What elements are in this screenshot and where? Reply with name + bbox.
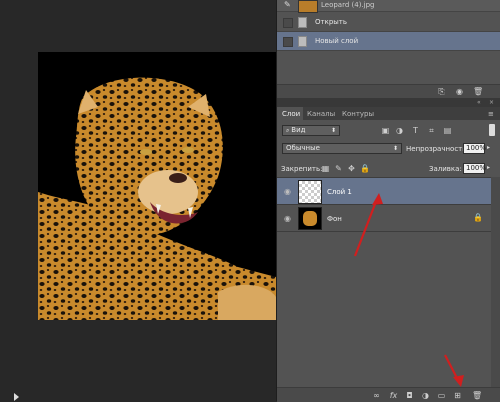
new-document-from-state-icon[interactable]: ⎘ bbox=[437, 87, 446, 96]
chevron-down-icon: ⬍ bbox=[330, 127, 336, 134]
brush-icon: ✎ bbox=[284, 0, 291, 9]
filter-adjustment-icon[interactable]: ◑ bbox=[395, 126, 404, 135]
layers-scrollbar[interactable] bbox=[491, 177, 500, 387]
panel-collapse-icon[interactable]: « bbox=[477, 99, 481, 106]
blend-mode-select[interactable]: Обычные ⬍ bbox=[282, 143, 402, 154]
document-icon bbox=[298, 36, 307, 47]
panel-close-icon[interactable]: × bbox=[489, 99, 494, 106]
history-item-label: Открыть bbox=[315, 18, 347, 26]
fill-dropdown-arrow[interactable]: ▸ bbox=[487, 164, 490, 171]
filter-smart-object-icon[interactable]: ▤ bbox=[443, 126, 452, 135]
eye-icon[interactable]: ◉ bbox=[284, 214, 293, 223]
opacity-dropdown-arrow[interactable]: ▸ bbox=[487, 144, 490, 151]
layer-row[interactable]: ◉ Фон 🔒 bbox=[277, 204, 491, 232]
adjustment-icon[interactable]: ◑ bbox=[421, 391, 430, 400]
tab-paths[interactable]: Контуры bbox=[339, 107, 375, 120]
opacity-value: 100% bbox=[466, 144, 487, 152]
eye-icon[interactable]: ◉ bbox=[284, 187, 293, 196]
filter-shape-icon[interactable]: ⌗ bbox=[427, 126, 436, 135]
history-snapshot-row[interactable]: ✎ Leopard (4).jpg bbox=[277, 0, 500, 13]
trash-icon[interactable]: 🗑 bbox=[472, 391, 482, 400]
leopard-image bbox=[38, 52, 276, 320]
tab-label: Контуры bbox=[342, 110, 375, 118]
history-file-name: Leopard (4).jpg bbox=[321, 1, 375, 9]
layer-row[interactable]: ◉ Слой 1 bbox=[277, 177, 491, 205]
panel-menu-icon[interactable]: ≡ bbox=[488, 110, 494, 118]
history-panel: ✎ Leopard (4).jpg Открыть Новый слой ⎘ ◉… bbox=[277, 0, 500, 99]
blend-mode-value: Обычные bbox=[286, 144, 320, 152]
new-layer-icon[interactable]: ⊞ bbox=[453, 391, 462, 400]
lock-transparency-icon[interactable]: ▦ bbox=[321, 164, 330, 173]
opacity-label: Непрозрачность: bbox=[406, 145, 469, 153]
tab-label: Слои bbox=[282, 110, 301, 118]
layer-thumbnail-leopard bbox=[298, 207, 322, 230]
right-panel: ✎ Leopard (4).jpg Открыть Новый слой ⎘ ◉… bbox=[276, 0, 500, 402]
document-icon bbox=[298, 17, 307, 28]
snapshot-thumbnail bbox=[298, 0, 318, 13]
layer-name: Фон bbox=[327, 215, 342, 223]
fill-value: 100% bbox=[466, 164, 487, 172]
history-footer: ⎘ ◉ 🗑 bbox=[277, 84, 500, 99]
layer-thumbnail-transparent bbox=[298, 180, 322, 204]
lock-position-icon[interactable]: ✥ bbox=[347, 164, 356, 173]
layers-footer: ∞ fx ◘ ◑ ▭ ⊞ 🗑 bbox=[277, 387, 500, 402]
tab-channels[interactable]: Каналы bbox=[304, 107, 338, 120]
lock-label: Закрепить: bbox=[281, 165, 323, 173]
folder-icon[interactable]: ▭ bbox=[437, 391, 446, 400]
tab-layers[interactable]: Слои bbox=[277, 107, 303, 120]
history-item-open[interactable]: Открыть bbox=[277, 13, 500, 32]
link-icon[interactable]: ∞ bbox=[372, 391, 381, 400]
tab-label: Каналы bbox=[307, 110, 336, 118]
filter-toggle-switch[interactable] bbox=[489, 124, 495, 136]
canvas-area bbox=[0, 0, 276, 401]
document-image-leopard[interactable] bbox=[38, 52, 276, 320]
history-state-checkbox[interactable] bbox=[283, 37, 293, 47]
layer-name: Слой 1 bbox=[327, 188, 352, 196]
layers-tabbar: Слои Каналы Контуры ≡ bbox=[277, 107, 500, 120]
lock-icon: 🔒 bbox=[473, 213, 483, 222]
filter-type-icon[interactable]: T bbox=[411, 126, 420, 135]
fill-input[interactable]: 100% bbox=[463, 163, 487, 174]
chevron-down-icon: ⬍ bbox=[392, 145, 398, 152]
camera-icon[interactable]: ◉ bbox=[455, 87, 464, 96]
history-item-label: Новый слой bbox=[315, 37, 359, 45]
layer-filter-select[interactable]: ⌕ Вид ⬍ bbox=[282, 125, 340, 136]
fill-label: Заливка: bbox=[429, 165, 462, 173]
lock-all-icon[interactable]: 🔒 bbox=[360, 164, 370, 173]
history-item-new-layer[interactable]: Новый слой bbox=[277, 32, 500, 51]
panel-divider: « × bbox=[277, 98, 500, 107]
fx-icon[interactable]: fx bbox=[389, 391, 398, 400]
play-icon[interactable] bbox=[14, 393, 19, 401]
lock-image-icon[interactable]: ✎ bbox=[334, 164, 343, 173]
opacity-input[interactable]: 100% bbox=[463, 143, 487, 154]
mask-icon[interactable]: ◘ bbox=[405, 391, 414, 400]
history-state-checkbox[interactable] bbox=[283, 18, 293, 28]
layers-panel: Слои Каналы Контуры ≡ ⌕ Вид ⬍ ▣ ◑ T ⌗ ▤ … bbox=[277, 107, 500, 402]
filter-pixel-icon[interactable]: ▣ bbox=[381, 126, 390, 135]
filter-label: Вид bbox=[291, 126, 306, 134]
delete-icon[interactable]: 🗑 bbox=[473, 87, 483, 96]
